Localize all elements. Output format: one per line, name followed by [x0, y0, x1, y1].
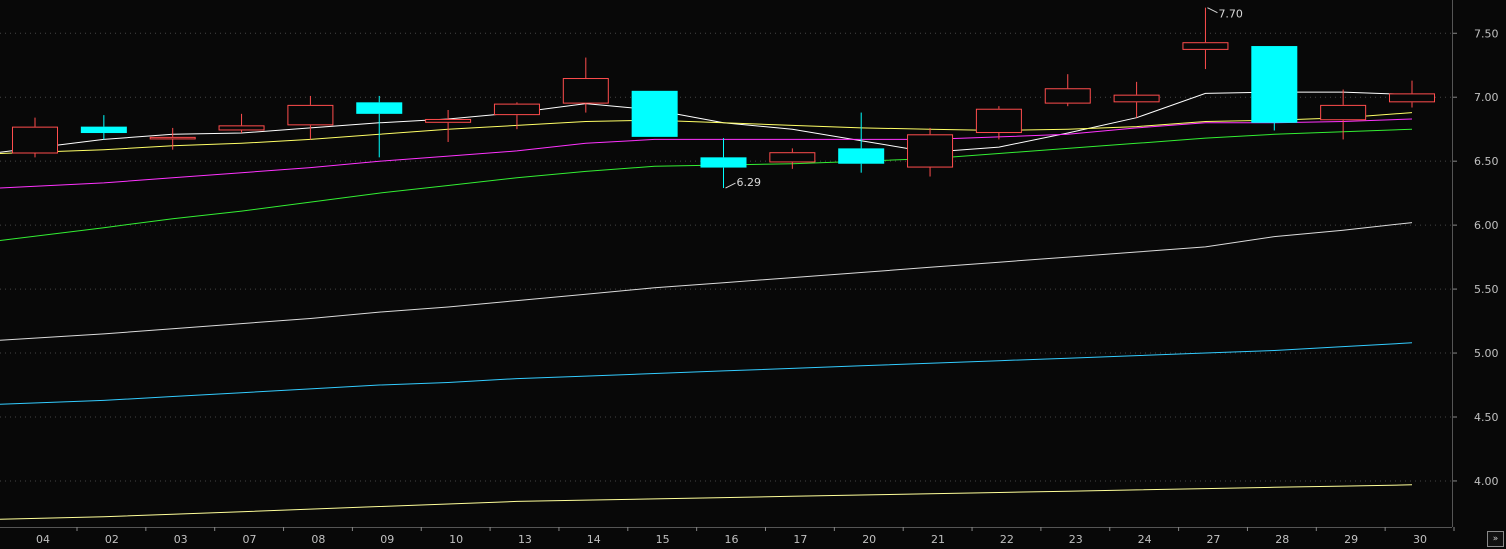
candle-body [356, 102, 403, 114]
x-tick-label: 09 [380, 533, 394, 546]
x-tick-label: 07 [243, 533, 257, 546]
x-tick-label: 20 [862, 533, 876, 546]
candlestick-chart: 7.70 6.29 4.00 4.50 5.00 5.50 6.00 6.50 7.00 7.5… [0, 0, 1499, 546]
x-tick-label: 14 [587, 533, 601, 546]
max-annotation-label: 7.70 [1218, 8, 1243, 21]
y-tick-label: 4.00 [1474, 475, 1499, 488]
y-tick-label: 7.50 [1474, 27, 1499, 40]
x-tick-label: 02 [105, 533, 119, 546]
moving-average-line [0, 342, 1413, 405]
x-tick-label: 30 [1413, 533, 1427, 546]
candle-body [149, 136, 196, 140]
candle-body [1389, 93, 1435, 103]
candle-body [493, 103, 540, 116]
moving-average-line [0, 118, 1413, 189]
moving-average-line [0, 484, 1413, 520]
moving-average-lines [0, 91, 1413, 520]
candle-body [12, 126, 58, 154]
x-tick-label: 10 [449, 533, 463, 546]
candle-body [1113, 94, 1160, 103]
candle-body [562, 78, 609, 104]
candle-body [700, 157, 747, 168]
candle-body [1044, 88, 1091, 104]
candle-body [1320, 104, 1367, 121]
y-tick-label: 6.50 [1474, 155, 1499, 168]
x-tick-label: 22 [1000, 533, 1014, 546]
candle-body [218, 125, 265, 131]
x-tick-label: 17 [793, 533, 807, 546]
grid-lines [0, 32, 1452, 482]
x-tick-label: 03 [174, 533, 188, 546]
candle-body [907, 134, 954, 168]
candle-body [287, 104, 334, 126]
y-tick-label: 5.50 [1474, 283, 1499, 296]
x-tick-label: 08 [311, 533, 325, 546]
candle-body [769, 152, 816, 163]
candle-body [425, 118, 472, 123]
x-tick-label: 24 [1138, 533, 1152, 546]
moving-average-line [0, 128, 1413, 241]
min-annotation-pointer [725, 182, 736, 189]
x-tick-label: 21 [931, 533, 945, 546]
candle-body [80, 126, 127, 134]
candle-body [838, 148, 885, 164]
min-annotation-label: 6.29 [737, 176, 762, 189]
moving-average-line [0, 222, 1413, 341]
x-tick-label: 27 [1206, 533, 1220, 546]
moving-average-line [0, 112, 1413, 154]
x-tick-label: 13 [518, 533, 532, 546]
x-tick-label: 29 [1344, 533, 1358, 546]
x-tick-label: 16 [725, 533, 739, 546]
x-tick-label: 04 [36, 533, 50, 546]
y-tick-label: 6.00 [1474, 219, 1499, 232]
max-annotation-pointer [1207, 7, 1218, 14]
y-tick-label: 5.00 [1474, 347, 1499, 360]
candle-body [975, 108, 1022, 134]
y-axis: 4.00 4.50 5.00 5.50 6.00 6.50 7.00 7.50 [1452, 0, 1499, 527]
x-tick-label: 28 [1275, 533, 1289, 546]
candle-body [631, 90, 678, 137]
y-tick-label: 4.50 [1474, 411, 1499, 424]
x-axis: 04 02 03 07 08 09 10 13 14 15 16 17 20 21 22 23 24 27 28 29… [0, 527, 1455, 546]
expand-toggle-button[interactable]: » [1487, 531, 1504, 547]
candle-body [1251, 46, 1298, 123]
x-tick-label: 23 [1069, 533, 1083, 546]
y-tick-label: 7.00 [1474, 91, 1499, 104]
candle-body [1182, 42, 1229, 50]
x-tick-label: 15 [656, 533, 670, 546]
